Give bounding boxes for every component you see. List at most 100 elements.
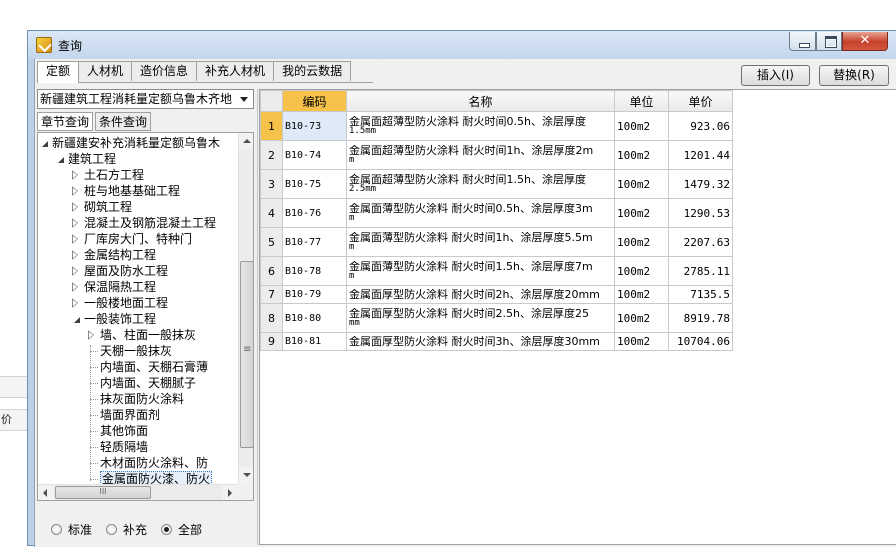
collapse-triangle-icon[interactable]: [56, 155, 64, 163]
table-row[interactable]: 4 B10-76 金属面薄型防火涂料 耐火时间0.5h、涂层厚度3m m 100m2 12…: [260, 198, 733, 228]
cell-name[interactable]: 金属面薄型防火涂料 耐火时间0.5h、涂层厚度3m m: [346, 198, 615, 228]
cell-code[interactable]: B10-77: [282, 227, 347, 257]
minimize-button[interactable]: [789, 32, 816, 51]
row-number[interactable]: 2: [260, 140, 283, 170]
row-number[interactable]: 6: [260, 256, 283, 286]
tree-item[interactable]: 一般楼地面工程: [38, 295, 238, 311]
cell-unit[interactable]: 100m2: [614, 140, 669, 170]
row-number[interactable]: 9: [260, 332, 283, 351]
cell-name[interactable]: 金属面厚型防火涂料 耐火时间2h、涂层厚度20mm: [346, 285, 615, 304]
table-row[interactable]: 5 B10-77 金属面薄型防火涂料 耐火时间1h、涂层厚度5.5m m 100m2 22…: [260, 227, 733, 257]
scroll-right-icon[interactable]: [222, 485, 238, 500]
tab-chapter-query[interactable]: 章节查询: [37, 112, 94, 131]
column-header-unit[interactable]: 单位: [614, 90, 669, 112]
table-row[interactable]: 1 B10-73 金属面超薄型防火涂料 耐火时间0.5h、涂层厚度 1.5mm 100m…: [260, 111, 733, 141]
row-number[interactable]: 5: [260, 227, 283, 257]
row-number[interactable]: 1: [260, 111, 283, 141]
tree-item[interactable]: 抹灰面防火涂料: [38, 391, 238, 407]
cell-price[interactable]: 2785.11: [668, 256, 733, 286]
scroll-left-icon[interactable]: [38, 485, 54, 500]
replace-button[interactable]: 替换(R): [819, 65, 889, 86]
tree-item[interactable]: 土石方工程: [38, 167, 238, 183]
tree-item[interactable]: 墙、柱面一般抹灰: [38, 327, 238, 343]
tree-item[interactable]: 建筑工程: [38, 151, 238, 167]
table-row[interactable]: 8 B10-80 金属面厚型防火涂料 耐火时间2.5h、涂层厚度25 mm 100m2 8…: [260, 303, 733, 333]
insert-button[interactable]: 插入(I): [741, 65, 810, 86]
scroll-up-icon[interactable]: [239, 133, 253, 150]
radio-button-icon[interactable]: [51, 524, 62, 535]
tree-item[interactable]: 桩与地基基础工程: [38, 183, 238, 199]
cell-unit[interactable]: 100m2: [614, 303, 669, 333]
tree-item[interactable]: 屋面及防水工程: [38, 263, 238, 279]
cell-unit[interactable]: 100m2: [614, 169, 669, 199]
cell-code[interactable]: B10-80: [282, 303, 347, 333]
tree-item[interactable]: 其他饰面: [38, 423, 238, 439]
radio-standard[interactable]: 标准: [51, 521, 92, 538]
row-number[interactable]: 8: [260, 303, 283, 333]
column-header-code[interactable]: 编码: [282, 90, 347, 112]
cell-code[interactable]: B10-79: [282, 285, 347, 304]
panel-splitter[interactable]: [257, 89, 258, 545]
maximize-button[interactable]: [816, 32, 842, 51]
cell-name[interactable]: 金属面薄型防火涂料 耐火时间1.5h、涂层厚度7m m: [346, 256, 615, 286]
cell-price[interactable]: 1201.44: [668, 140, 733, 170]
expand-triangle-icon[interactable]: [72, 186, 79, 196]
cell-unit[interactable]: 100m2: [614, 111, 669, 141]
table-row[interactable]: 9 B10-81 金属面厚型防火涂料 耐火时间3h、涂层厚度30mm 100m2 107…: [260, 332, 733, 351]
radio-button-icon[interactable]: [161, 524, 173, 535]
cell-price[interactable]: 10704.06: [668, 332, 733, 351]
table-row[interactable]: 7 B10-79 金属面厚型防火涂料 耐火时间2h、涂层厚度20mm 100m2 713…: [260, 285, 733, 304]
radio-supplementary[interactable]: 补充: [106, 521, 147, 538]
cell-price[interactable]: 923.06: [668, 111, 733, 141]
tree-item[interactable]: 轻质隔墙: [38, 439, 238, 455]
expand-triangle-icon[interactable]: [72, 298, 79, 308]
tree-horizontal-scrollbar[interactable]: III: [38, 484, 238, 500]
scroll-down-icon[interactable]: [239, 467, 253, 484]
tree-item[interactable]: 保温隔热工程: [38, 279, 238, 295]
expand-triangle-icon[interactable]: [72, 250, 79, 260]
expand-triangle-icon[interactable]: [72, 234, 79, 244]
row-number[interactable]: 3: [260, 169, 283, 199]
tree-item[interactable]: 一般装饰工程: [38, 311, 238, 327]
tree-item[interactable]: 天棚一般抹灰: [38, 343, 238, 359]
tree-item[interactable]: 厂库房大门、特种门: [38, 231, 238, 247]
cell-unit[interactable]: 100m2: [614, 285, 669, 304]
expand-triangle-icon[interactable]: [72, 218, 79, 228]
quota-library-select[interactable]: 新疆建筑工程消耗量定额乌鲁木齐地: [37, 89, 254, 109]
collapse-triangle-icon[interactable]: [40, 139, 48, 147]
table-row[interactable]: 2 B10-74 金属面超薄型防火涂料 耐火时间1h、涂层厚度2m m 100m2 120…: [260, 140, 733, 170]
cell-name[interactable]: 金属面超薄型防火涂料 耐火时间1h、涂层厚度2m m: [346, 140, 615, 170]
tab-condition-query[interactable]: 条件查询: [95, 112, 152, 131]
tab-quota[interactable]: 定额: [37, 61, 80, 83]
table-row[interactable]: 3 B10-75 金属面超薄型防火涂料 耐火时间1.5h、涂层厚度 2.5mm 100m…: [260, 169, 733, 199]
tree-item[interactable]: 墙面界面剂: [38, 407, 238, 423]
tree-item[interactable]: 金属结构工程: [38, 247, 238, 263]
cell-price[interactable]: 1479.32: [668, 169, 733, 199]
tab-labor-material-machine[interactable]: 人材机: [78, 61, 133, 81]
tree-item[interactable]: 木材面防火涂料、防: [38, 455, 238, 471]
tree-vertical-scrollbar[interactable]: [238, 133, 253, 484]
tree-item[interactable]: 内墙面、天棚腻子: [38, 375, 238, 391]
cell-code[interactable]: B10-75: [282, 169, 347, 199]
cell-name[interactable]: 金属面薄型防火涂料 耐火时间1h、涂层厚度5.5m m: [346, 227, 615, 257]
cell-unit[interactable]: 100m2: [614, 256, 669, 286]
tab-cost-info[interactable]: 造价信息: [131, 61, 198, 81]
cell-code[interactable]: B10-81: [282, 332, 347, 351]
cell-price[interactable]: 2207.63: [668, 227, 733, 257]
chevron-down-icon[interactable]: [236, 91, 252, 107]
cell-code[interactable]: B10-74: [282, 140, 347, 170]
cell-name[interactable]: 金属面厚型防火涂料 耐火时间2.5h、涂层厚度25 mm: [346, 303, 615, 333]
expand-triangle-icon[interactable]: [72, 266, 79, 276]
row-number[interactable]: 4: [260, 198, 283, 228]
tab-my-cloud-data[interactable]: 我的云数据: [273, 61, 352, 81]
scroll-thumb[interactable]: [240, 261, 253, 448]
column-header-name[interactable]: 名称: [346, 90, 615, 112]
tree-item[interactable]: 新疆建安补充消耗量定额乌鲁木: [38, 135, 238, 151]
collapse-triangle-icon[interactable]: [72, 315, 80, 323]
cell-unit[interactable]: 100m2: [614, 198, 669, 228]
cell-name[interactable]: 金属面厚型防火涂料 耐火时间3h、涂层厚度30mm: [346, 332, 615, 351]
cell-name[interactable]: 金属面超薄型防火涂料 耐火时间1.5h、涂层厚度 2.5mm: [346, 169, 615, 199]
scroll-thumb[interactable]: III: [55, 486, 151, 499]
cell-price[interactable]: 7135.5: [668, 285, 733, 304]
cell-unit[interactable]: 100m2: [614, 332, 669, 351]
